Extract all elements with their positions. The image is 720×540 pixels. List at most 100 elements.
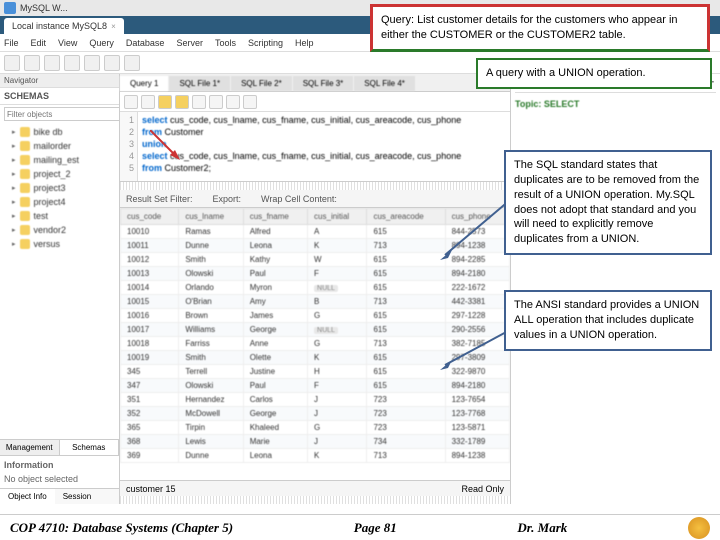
filter-input[interactable] xyxy=(4,107,120,121)
cell[interactable]: Anne xyxy=(243,337,307,351)
cell[interactable]: J xyxy=(308,435,367,449)
table-row[interactable]: 369DunneLeonaK713894-1238 xyxy=(121,449,510,463)
cell[interactable]: F xyxy=(308,379,367,393)
tab-object-info[interactable]: Object Info xyxy=(0,489,55,504)
qtool-2[interactable] xyxy=(141,95,155,109)
cell[interactable]: K xyxy=(308,449,367,463)
cell[interactable]: 734 xyxy=(367,435,445,449)
cell[interactable]: 368 xyxy=(121,435,179,449)
cell[interactable]: 615 xyxy=(367,281,445,295)
cell[interactable]: K xyxy=(308,239,367,253)
cell[interactable]: 351 xyxy=(121,393,179,407)
qtool-1[interactable] xyxy=(124,95,138,109)
cell[interactable]: 615 xyxy=(367,253,445,267)
schema-item[interactable]: mailing_est xyxy=(0,153,119,167)
schema-item[interactable]: project_2 xyxy=(0,167,119,181)
column-header[interactable]: cus_fname xyxy=(243,209,307,225)
qtool-5[interactable] xyxy=(192,95,206,109)
connection-tab[interactable]: Local instance MySQL8 × xyxy=(4,18,124,34)
cell[interactable]: A xyxy=(308,225,367,239)
cell[interactable]: Olowski xyxy=(179,379,243,393)
table-row[interactable]: 10010RamasAlfredA615844-2573 xyxy=(121,225,510,239)
cell[interactable]: 297-3809 xyxy=(445,351,509,365)
schema-item[interactable]: test xyxy=(0,209,119,223)
table-row[interactable]: 10012SmithKathyW615894-2285 xyxy=(121,253,510,267)
schema-item[interactable]: bike db xyxy=(0,125,119,139)
tool-open[interactable] xyxy=(24,55,40,71)
cell[interactable]: Dunne xyxy=(179,239,243,253)
menu-tools[interactable]: Tools xyxy=(215,38,236,48)
execute-icon[interactable] xyxy=(158,95,172,109)
cell[interactable]: 123-7768 xyxy=(445,407,509,421)
cell[interactable]: 123-5871 xyxy=(445,421,509,435)
cell[interactable]: 365 xyxy=(121,421,179,435)
cell[interactable]: 10018 xyxy=(121,337,179,351)
table-row[interactable]: 345TerrellJustineH615322-9870 xyxy=(121,365,510,379)
table-row[interactable]: 10011DunneLeonaK713894-1238 xyxy=(121,239,510,253)
qtool-6[interactable] xyxy=(209,95,223,109)
cell[interactable]: 10014 xyxy=(121,281,179,295)
sql-code[interactable]: select cus_code, cus_lname, cus_fname, c… xyxy=(138,112,510,181)
table-row[interactable]: 10015O'BrianAmyB713442-3381 xyxy=(121,295,510,309)
cell[interactable]: McDowell xyxy=(179,407,243,421)
cell[interactable]: Terrell xyxy=(179,365,243,379)
cell[interactable]: Smith xyxy=(179,253,243,267)
cell[interactable]: 615 xyxy=(367,365,445,379)
schema-item[interactable]: versus xyxy=(0,237,119,251)
cell[interactable]: Farriss xyxy=(179,337,243,351)
tool-7[interactable] xyxy=(124,55,140,71)
table-row[interactable]: 351HernandezCarlosJ723123-7654 xyxy=(121,393,510,407)
table-row[interactable]: 352McDowellGeorgeJ723123-7768 xyxy=(121,407,510,421)
cell[interactable]: 615 xyxy=(367,309,445,323)
tab-management[interactable]: Management xyxy=(0,440,60,455)
cell[interactable]: 615 xyxy=(367,323,445,337)
table-row[interactable]: 10019SmithOletteK615297-3809 xyxy=(121,351,510,365)
cell[interactable]: Kathy xyxy=(243,253,307,267)
cell[interactable]: 322-9870 xyxy=(445,365,509,379)
cell[interactable]: James xyxy=(243,309,307,323)
cell[interactable]: 382-7185 xyxy=(445,337,509,351)
execute-step-icon[interactable] xyxy=(175,95,189,109)
cell[interactable]: 10011 xyxy=(121,239,179,253)
qtool-8[interactable] xyxy=(243,95,257,109)
cell[interactable]: Amy xyxy=(243,295,307,309)
tool-5[interactable] xyxy=(84,55,100,71)
cell[interactable]: 615 xyxy=(367,379,445,393)
column-header[interactable]: cus_code xyxy=(121,209,179,225)
cell[interactable]: 713 xyxy=(367,337,445,351)
menu-file[interactable]: File xyxy=(4,38,19,48)
cell[interactable]: 894-1238 xyxy=(445,449,509,463)
menu-query[interactable]: Query xyxy=(89,38,114,48)
cell[interactable]: Lewis xyxy=(179,435,243,449)
cell[interactable]: 347 xyxy=(121,379,179,393)
cell[interactable]: O'Brian xyxy=(179,295,243,309)
cell[interactable]: J xyxy=(308,393,367,407)
cell[interactable]: B xyxy=(308,295,367,309)
menu-edit[interactable]: Edit xyxy=(31,38,47,48)
query-tab-1[interactable]: Query 1 xyxy=(120,76,168,91)
cell[interactable]: 10010 xyxy=(121,225,179,239)
cell[interactable]: Khaleed xyxy=(243,421,307,435)
cell[interactable]: Smith xyxy=(179,351,243,365)
qtool-7[interactable] xyxy=(226,95,240,109)
cell[interactable]: 615 xyxy=(367,351,445,365)
tab-schemas[interactable]: Schemas xyxy=(60,440,120,455)
cell[interactable]: Orlando xyxy=(179,281,243,295)
cell[interactable]: 723 xyxy=(367,407,445,421)
cell[interactable]: Paul xyxy=(243,267,307,281)
cell[interactable]: 615 xyxy=(367,267,445,281)
cell[interactable]: 332-1789 xyxy=(445,435,509,449)
cell[interactable]: George xyxy=(243,407,307,421)
column-header[interactable]: cus_initial xyxy=(308,209,367,225)
menu-help[interactable]: Help xyxy=(295,38,314,48)
cell[interactable]: NULL xyxy=(308,323,367,337)
cell[interactable]: Olowski xyxy=(179,267,243,281)
cell[interactable]: George xyxy=(243,323,307,337)
cell[interactable]: Paul xyxy=(243,379,307,393)
table-row[interactable]: 10014OrlandoMyronNULL615222-1672 xyxy=(121,281,510,295)
cell[interactable]: 297-1228 xyxy=(445,309,509,323)
cell[interactable]: Alfred xyxy=(243,225,307,239)
cell[interactable]: 713 xyxy=(367,449,445,463)
cell[interactable]: J xyxy=(308,407,367,421)
cell[interactable]: Olette xyxy=(243,351,307,365)
